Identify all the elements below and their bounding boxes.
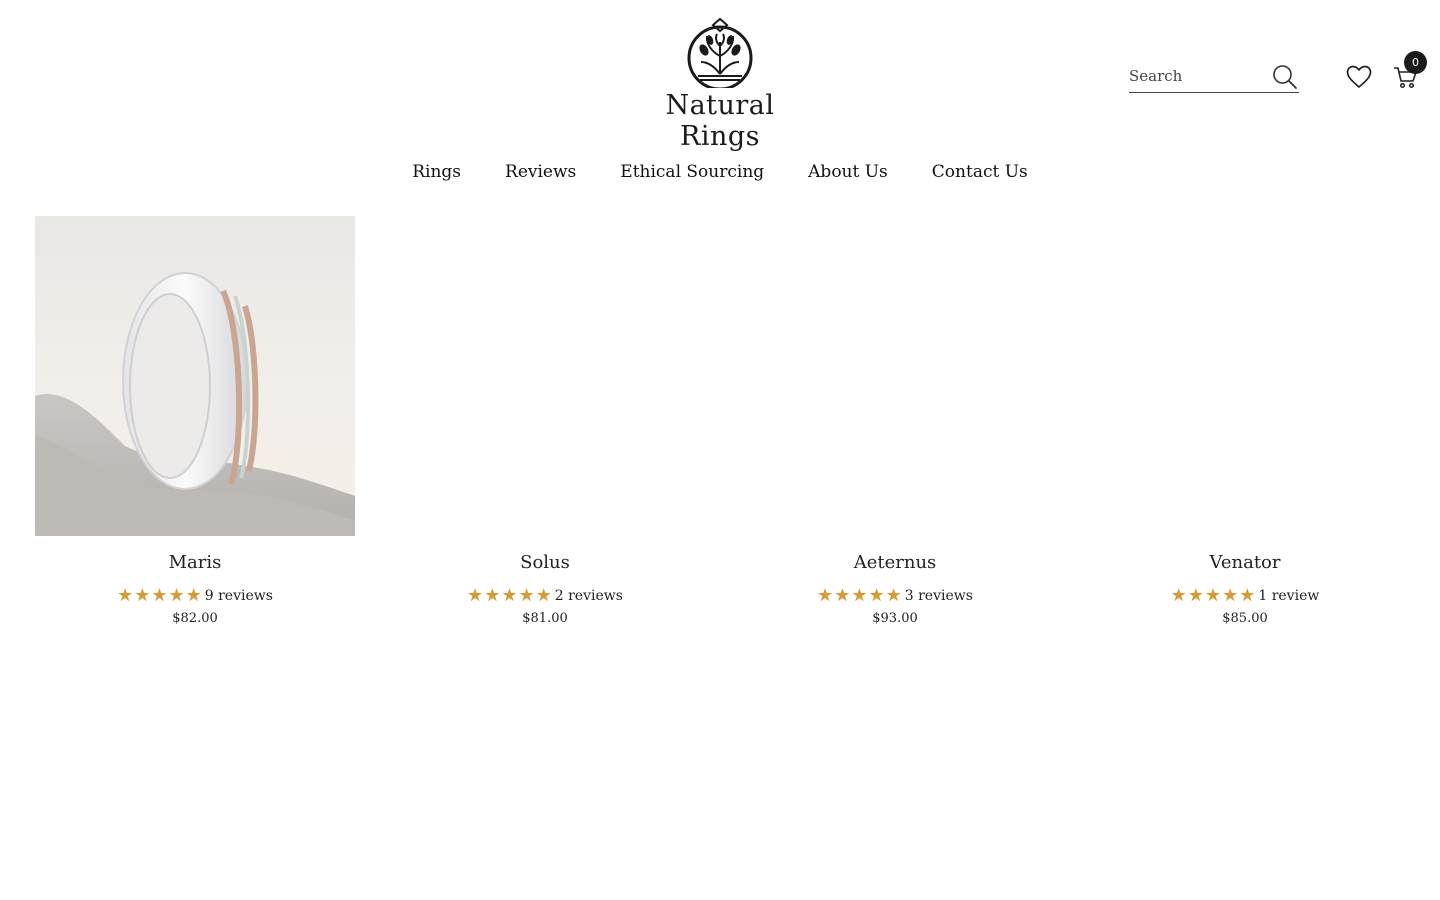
star-icon: ★ (817, 585, 834, 606)
nav-item-contact-us[interactable]: Contact Us (932, 155, 1028, 189)
star-icon: ★ (151, 585, 168, 606)
logo[interactable]: Natural Rings (630, 16, 810, 152)
product-image[interactable] (35, 216, 355, 536)
search-icon (1273, 65, 1297, 89)
product-title[interactable]: Solus (385, 552, 705, 573)
product-price: $81.00 (522, 611, 568, 626)
product-card: Aeternus ★ ★ ★ ★ ★ 3 reviews $93.00 (735, 216, 1055, 626)
ring-photo-image (35, 272, 355, 536)
product-title[interactable]: Aeternus (735, 552, 1055, 573)
logo-tree-ring-icon (687, 17, 753, 88)
star-icon: ★ (185, 585, 202, 606)
nav-item-reviews[interactable]: Reviews (505, 155, 576, 189)
product-image[interactable] (385, 216, 705, 536)
main-nav: Rings Reviews Ethical Sourcing About Us … (0, 155, 1440, 189)
star-icon: ★ (834, 585, 851, 606)
star-icon: ★ (168, 585, 185, 606)
product-title[interactable]: Maris (35, 552, 355, 573)
product-card: Solus ★ ★ ★ ★ ★ 2 reviews $81.00 (385, 216, 705, 626)
product-image[interactable] (735, 216, 1055, 536)
search-button[interactable] (1271, 63, 1299, 91)
product-rating: ★ ★ ★ ★ ★ 1 review (1085, 585, 1405, 607)
cart-count-badge: 0 (1404, 51, 1427, 74)
nav-item-about-us[interactable]: About Us (808, 155, 888, 189)
star-icon: ★ (134, 585, 151, 606)
star-icon: ★ (885, 585, 902, 606)
star-icon: ★ (1170, 585, 1187, 606)
star-icon: ★ (1239, 585, 1256, 606)
product-rating: ★ ★ ★ ★ ★ 3 reviews (735, 585, 1055, 607)
star-icon: ★ (501, 585, 518, 606)
product-price: $85.00 (1222, 611, 1268, 626)
search-box (1129, 60, 1299, 93)
star-icon: ★ (117, 585, 134, 606)
product-title[interactable]: Venator (1085, 552, 1405, 573)
search-input[interactable] (1129, 63, 1267, 89)
product-card: Venator ★ ★ ★ ★ ★ 1 review $85.00 (1085, 216, 1405, 626)
product-image[interactable] (1085, 216, 1405, 536)
star-icon: ★ (851, 585, 868, 606)
star-icon: ★ (868, 585, 885, 606)
site-header: Natural Rings 0 (0, 0, 1440, 152)
product-grid: Maris ★ ★ ★ ★ ★ 9 reviews $82.00 Solus ★… (35, 216, 1405, 646)
star-icon: ★ (1187, 585, 1204, 606)
logo-text: Natural Rings (665, 90, 775, 152)
product-rating: ★ ★ ★ ★ ★ 9 reviews (35, 585, 355, 607)
wishlist-button[interactable] (1344, 62, 1374, 92)
star-icon: ★ (484, 585, 501, 606)
heart-icon (1346, 65, 1372, 88)
nav-item-rings[interactable]: Rings (412, 155, 461, 189)
star-icon: ★ (518, 585, 535, 606)
star-icon: ★ (1222, 585, 1239, 606)
review-count[interactable]: 9 reviews (205, 588, 273, 604)
review-count[interactable]: 3 reviews (905, 588, 973, 604)
review-count[interactable]: 1 review (1258, 588, 1319, 604)
star-icon: ★ (535, 585, 552, 606)
product-price: $93.00 (872, 611, 918, 626)
product-rating: ★ ★ ★ ★ ★ 2 reviews (385, 585, 705, 607)
review-count[interactable]: 2 reviews (555, 588, 623, 604)
product-price: $82.00 (172, 611, 218, 626)
star-icon: ★ (1204, 585, 1222, 606)
nav-item-ethical-sourcing[interactable]: Ethical Sourcing (620, 155, 764, 189)
star-icon: ★ (467, 585, 484, 606)
product-card: Maris ★ ★ ★ ★ ★ 9 reviews $82.00 (35, 216, 355, 626)
